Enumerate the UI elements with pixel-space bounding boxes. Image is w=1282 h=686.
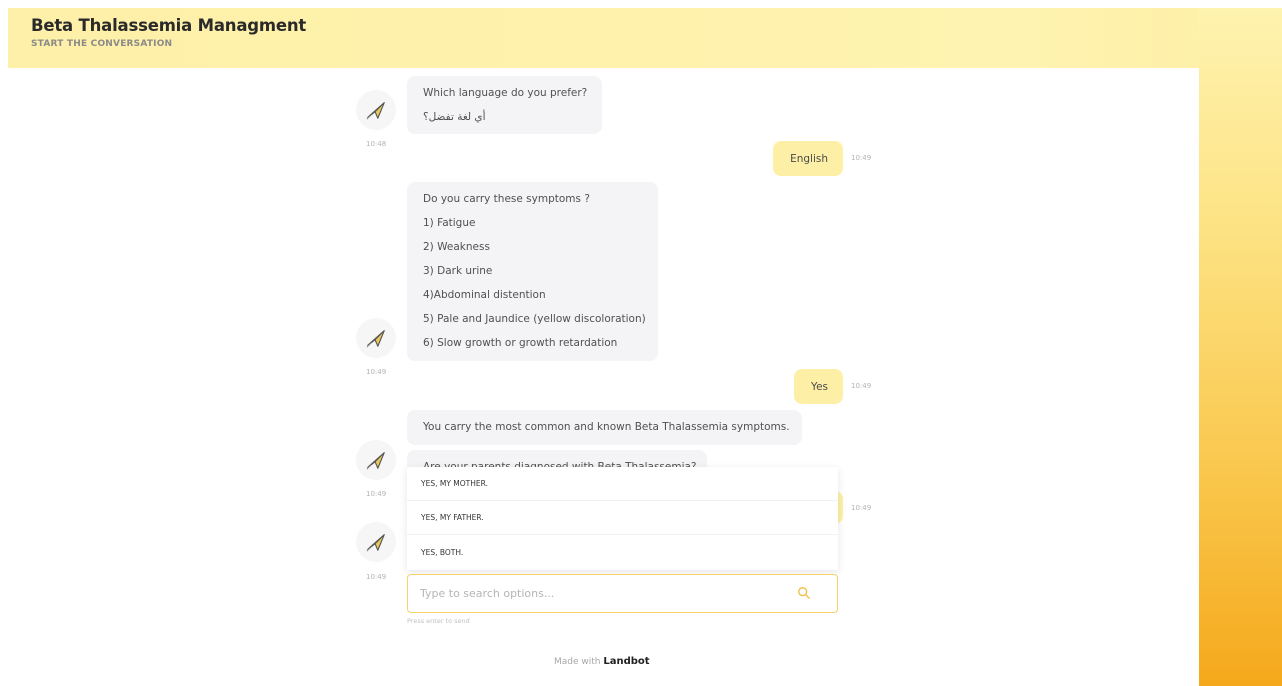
- message-text: You carry the most common and known Beta…: [423, 421, 790, 433]
- message-text: English: [790, 152, 828, 165]
- page-title: Beta Thalassemia Managment: [31, 16, 307, 35]
- message-time: 10:49: [366, 490, 387, 498]
- message-text: Do you carry these symptoms ?: [423, 193, 590, 205]
- message-text: 1) Fatigue: [423, 217, 476, 229]
- message-text: Which language do you prefer?: [423, 87, 588, 99]
- bot-message: Do you carry these symptoms ? 1) Fatigue…: [407, 182, 658, 361]
- footer: Made with Landbot: [554, 656, 650, 667]
- bot-avatar: [356, 318, 396, 358]
- user-message: English: [773, 141, 843, 176]
- brand-link[interactable]: Landbot: [603, 656, 649, 667]
- input-hint: Press enter to send: [407, 617, 470, 625]
- message-text: 3) Dark urine: [423, 265, 493, 277]
- message-time: 10:48: [366, 140, 387, 148]
- search-input[interactable]: [420, 575, 780, 611]
- message-text: 2) Weakness: [423, 241, 490, 253]
- options-dropdown: YES, MY MOTHER. YES, MY FATHER. YES, BOT…: [407, 467, 838, 570]
- message-text-arabic: أي لغة تفضل؟: [423, 111, 486, 123]
- message-text: 4)Abdominal distention: [423, 289, 546, 301]
- paper-plane-icon: [366, 534, 385, 552]
- message-time: 10:49: [366, 573, 387, 581]
- side-gradient: [1199, 8, 1282, 686]
- paper-plane-icon: [366, 102, 385, 120]
- footer-prefix: Made with: [554, 657, 601, 667]
- paper-plane-icon: [366, 452, 385, 470]
- bot-avatar: [356, 440, 396, 480]
- search-icon[interactable]: [797, 586, 811, 600]
- bot-avatar: [356, 522, 396, 562]
- bot-avatar: [356, 90, 396, 130]
- message-time: 10:49: [851, 382, 872, 390]
- option-yes-mother[interactable]: YES, MY MOTHER.: [407, 467, 838, 501]
- message-text: 6) Slow growth or growth retardation: [423, 337, 618, 349]
- page-subtitle: START THE CONVERSATION: [31, 39, 173, 49]
- bot-message: You carry the most common and known Beta…: [407, 410, 802, 445]
- message-text: Yes: [811, 380, 828, 393]
- message-time: 10:49: [851, 504, 872, 512]
- paper-plane-icon: [366, 330, 385, 348]
- message-text: 5) Pale and Jaundice (yellow discolorati…: [423, 313, 646, 325]
- user-message: Yes: [794, 369, 843, 404]
- message-time: 10:49: [851, 154, 872, 162]
- search-box: [407, 574, 838, 613]
- option-yes-both[interactable]: YES, BOTH.: [407, 535, 838, 569]
- bot-message: Which language do you prefer? أي لغة تفض…: [407, 76, 602, 134]
- message-time: 10:49: [366, 368, 387, 376]
- option-yes-father[interactable]: YES, MY FATHER.: [407, 501, 838, 535]
